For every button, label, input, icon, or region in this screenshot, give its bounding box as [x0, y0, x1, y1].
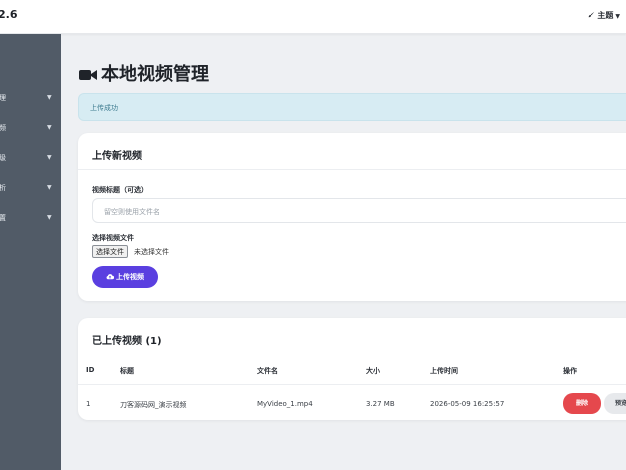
cell-id: 1 [86, 400, 91, 408]
card-divider [78, 169, 626, 170]
file-status: 未选择文件 [134, 248, 169, 256]
delete-button[interactable]: 删除 [563, 393, 601, 414]
sidebar-item-1[interactable]: 理 ▼ [0, 92, 61, 106]
column-header-actions: 操作 [563, 367, 577, 375]
sidebar-item-label: 理 [0, 94, 6, 102]
column-header-filename: 文件名 [257, 367, 278, 375]
chevron-down-icon: ▼ [615, 13, 620, 20]
alert-text: 上传成功 [90, 104, 118, 112]
column-header-size: 大小 [366, 367, 380, 375]
column-header-title: 标题 [120, 367, 134, 375]
cloud-upload-icon [106, 274, 115, 280]
theme-label: 主题 [597, 11, 614, 20]
video-title-input[interactable]: 留空则使用文件名 [92, 198, 626, 223]
sidebar-item-5[interactable]: 置 ▼ [0, 212, 61, 226]
upload-card: 上传新视频 视频标题（可选） 留空则使用文件名 选择视频文件 选择文件 未选择文… [78, 133, 626, 301]
video-list-card: 已上传视频 (1) ID 标题 文件名 大小 上传时间 操作 1 刀客源码网_演… [78, 318, 626, 420]
chevron-down-icon: ▼ [47, 154, 52, 161]
main-content: 本地视频管理 上传成功 上传新视频 视频标题（可选） 留空则使用文件名 选择视频… [61, 34, 626, 470]
sidebar: 理 ▼ 频 ▼ 级 ▼ 析 ▼ 置 ▼ [0, 34, 61, 470]
page-title: 本地视频管理 [79, 60, 209, 86]
table-divider [78, 384, 626, 385]
chevron-down-icon: ▼ [47, 214, 52, 221]
video-title-label: 视频标题（可选） [92, 186, 148, 194]
choose-file-button[interactable]: 选择文件 [92, 245, 128, 258]
sidebar-item-label: 频 [0, 124, 6, 132]
page-title-text: 本地视频管理 [101, 64, 209, 85]
cell-upload-time: 2026-05-09 16:25:57 [430, 400, 505, 408]
video-title-placeholder: 留空则使用文件名 [104, 208, 160, 216]
theme-menu[interactable]: 主题 ▼ [588, 10, 620, 21]
cell-size: 3.27 MB [366, 400, 395, 408]
video-list-title: 已上传视频 (1) [92, 336, 162, 347]
sidebar-item-4[interactable]: 析 ▼ [0, 182, 61, 196]
column-header-id: ID [86, 366, 95, 374]
cell-filename: MyVideo_1.mp4 [257, 400, 313, 408]
video-file-label: 选择视频文件 [92, 234, 134, 242]
sidebar-item-2[interactable]: 频 ▼ [0, 122, 61, 136]
brush-icon [588, 11, 594, 18]
cell-title: 刀客源码网_演示视频 [120, 401, 187, 409]
sidebar-item-label: 置 [0, 214, 6, 222]
chevron-down-icon: ▼ [47, 94, 52, 101]
preview-button[interactable]: 预览 [604, 393, 626, 414]
sidebar-item-label: 析 [0, 184, 6, 192]
upload-video-label: 上传视频 [116, 273, 144, 281]
success-alert: 上传成功 [78, 93, 626, 121]
column-header-upload-time: 上传时间 [430, 367, 458, 375]
chevron-down-icon: ▼ [47, 124, 52, 131]
top-navbar: 2.6 主题 ▼ [0, 0, 626, 34]
video-camera-icon [79, 70, 97, 80]
sidebar-item-label: 级 [0, 154, 6, 162]
brand-version[interactable]: 2.6 [0, 8, 18, 21]
sidebar-item-3[interactable]: 级 ▼ [0, 152, 61, 166]
upload-card-title: 上传新视频 [92, 151, 142, 162]
chevron-down-icon: ▼ [47, 184, 52, 191]
upload-video-button[interactable]: 上传视频 [92, 266, 158, 288]
